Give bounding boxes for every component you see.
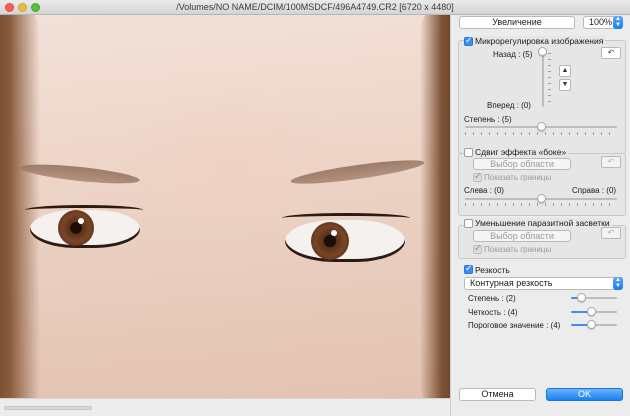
bokeh-slider-ticks bbox=[465, 203, 617, 206]
progress-bar bbox=[4, 406, 92, 410]
microadjust-strength-label: Степень : (5) bbox=[464, 115, 512, 124]
flare-checkbox[interactable] bbox=[464, 219, 473, 228]
bokeh-undo-icon[interactable]: ↶ bbox=[601, 156, 621, 168]
window-title: /Volumes/NO NAME/DCIM/100MSDCF/496A4749.… bbox=[176, 2, 454, 12]
bokeh-slider-knob[interactable] bbox=[537, 194, 546, 203]
microadjust-vertical-knob[interactable] bbox=[538, 47, 547, 56]
microadjust-title: Микрорегулировка изображения bbox=[473, 36, 606, 46]
bokeh-title: Сдвиг эффекта «боке» bbox=[473, 147, 569, 157]
preview-iris-right bbox=[311, 222, 349, 260]
microadjust-strength-ticks bbox=[465, 132, 617, 135]
sharpness-title: Резкость bbox=[475, 265, 510, 275]
preview-eyelid-right bbox=[282, 213, 410, 223]
sharpness-strength-label: Степень : (2) bbox=[468, 294, 516, 303]
preview-eye-left bbox=[30, 210, 140, 248]
bokeh-checkbox[interactable] bbox=[464, 148, 473, 157]
microadjust-vertical-ticks bbox=[548, 53, 551, 107]
bokeh-show-borders-label: Показать границы bbox=[484, 173, 552, 182]
microadjust-forward-label: Вперед : (0) bbox=[487, 101, 531, 110]
preview-eyebrow-right bbox=[289, 155, 426, 189]
status-bar bbox=[0, 398, 450, 416]
bokeh-left-label: Слева : (0) bbox=[464, 186, 504, 195]
image-preview[interactable] bbox=[0, 15, 450, 398]
flare-title: Уменьшение паразитной засветки bbox=[473, 218, 612, 228]
sharpness-method-arrows-icon[interactable]: ▲ ▼ bbox=[613, 277, 623, 290]
preview-eye-right bbox=[285, 220, 405, 262]
preview-hair-right bbox=[420, 15, 450, 398]
settings-panel: Увеличение 100% ▲▼ Микрорегулировка изоб… bbox=[450, 15, 630, 416]
sharpness-method-select[interactable]: Контурная резкость bbox=[464, 277, 623, 290]
preview-iris-left bbox=[58, 210, 94, 246]
ok-button[interactable]: OK bbox=[546, 388, 623, 401]
sharpness-clarity-label: Четкость : (4) bbox=[468, 308, 518, 317]
sharpness-threshold-knob[interactable] bbox=[586, 320, 596, 329]
bokeh-show-borders-checkbox[interactable] bbox=[473, 171, 482, 182]
zoom-button[interactable]: Увеличение bbox=[459, 16, 575, 29]
microadjust-up-icon[interactable]: ▲ bbox=[559, 65, 571, 77]
sharpness-strength-knob[interactable] bbox=[576, 293, 586, 302]
title-bar: /Volumes/NO NAME/DCIM/100MSDCF/496A4749.… bbox=[0, 0, 630, 15]
microadjust-vertical-track[interactable] bbox=[542, 51, 544, 107]
flare-select-area-button[interactable]: Выбор области bbox=[473, 230, 571, 242]
microadjust-strength-knob[interactable] bbox=[537, 122, 546, 131]
microadjust-checkbox[interactable] bbox=[464, 35, 473, 46]
sharpness-clarity-knob[interactable] bbox=[586, 307, 596, 316]
bokeh-select-area-button[interactable]: Выбор области bbox=[473, 158, 571, 170]
cancel-button[interactable]: Отмена bbox=[459, 388, 536, 401]
preview-eyelid-left bbox=[25, 205, 143, 215]
microadjust-back-label: Назад : (5) bbox=[493, 50, 533, 59]
sharpness-threshold-label: Пороговое значение : (4) bbox=[468, 321, 561, 330]
flare-undo-icon[interactable]: ↶ bbox=[601, 227, 621, 239]
sharpness-checkbox[interactable] bbox=[464, 263, 473, 274]
zoom-select-arrows-icon[interactable]: ▲ ▼ bbox=[613, 16, 623, 29]
flare-show-borders-label: Показать границы bbox=[484, 245, 552, 254]
microadjust-down-icon[interactable]: ▼ bbox=[559, 79, 571, 91]
flare-show-borders-checkbox[interactable] bbox=[473, 243, 482, 254]
bokeh-right-label: Справа : (0) bbox=[572, 186, 617, 195]
microadjust-undo-icon[interactable]: ↶ bbox=[601, 47, 621, 59]
